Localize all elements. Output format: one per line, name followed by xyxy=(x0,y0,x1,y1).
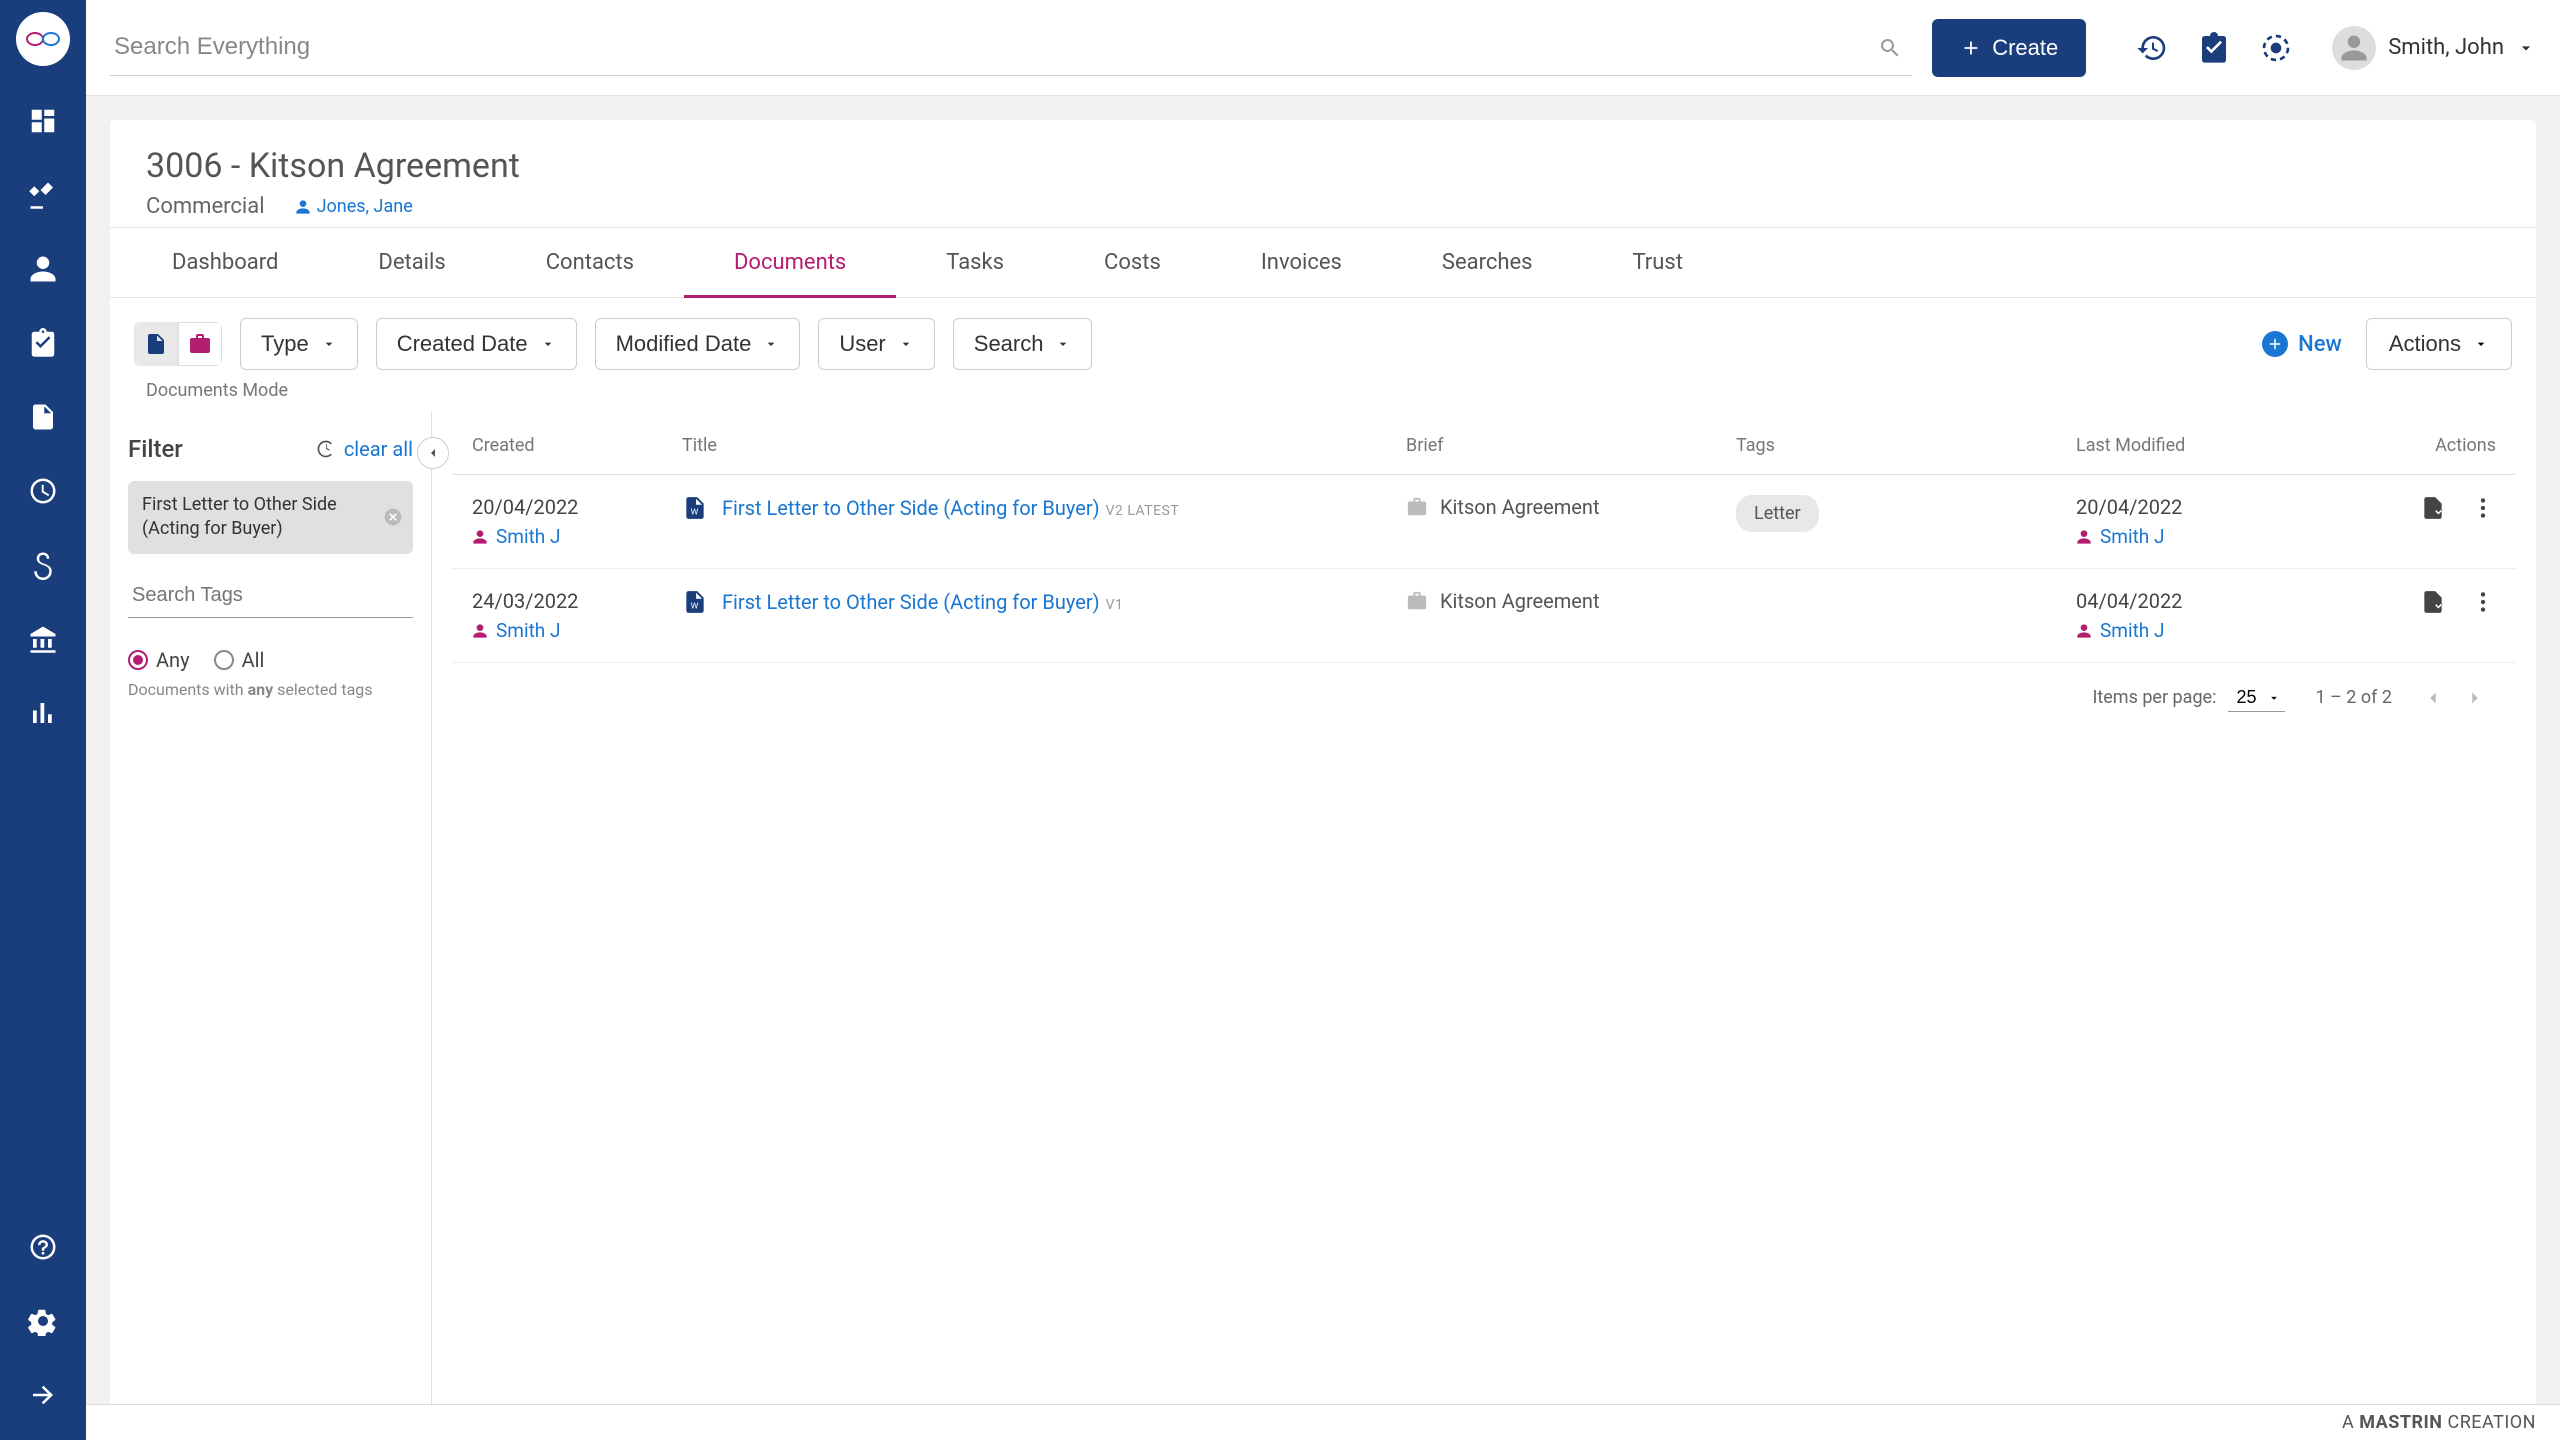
edit-doc-icon[interactable] xyxy=(2420,589,2446,615)
footer: A MASTRIN CREATION xyxy=(86,1404,2560,1440)
sync-icon[interactable] xyxy=(2260,32,2292,64)
matter-title: 3006 - Kitson Agreement xyxy=(146,146,2500,186)
search-icon[interactable] xyxy=(1878,36,1902,60)
svg-text:W: W xyxy=(691,602,699,612)
tab-details[interactable]: Details xyxy=(328,228,495,297)
history-icon[interactable] xyxy=(2136,32,2168,64)
avatar xyxy=(2332,26,2376,70)
top-bar: Create Smith, John xyxy=(86,0,2560,96)
filter-user[interactable]: User xyxy=(818,318,934,370)
bank-icon[interactable] xyxy=(28,624,58,654)
filter-created-date[interactable]: Created Date xyxy=(376,318,577,370)
edit-doc-icon[interactable] xyxy=(2420,495,2446,521)
arrow-right-icon[interactable] xyxy=(28,1380,58,1410)
briefcase-icon xyxy=(1406,496,1428,518)
tab-contacts[interactable]: Contacts xyxy=(496,228,684,297)
gear-icon[interactable] xyxy=(28,1306,58,1336)
collapse-filter-button[interactable] xyxy=(417,437,449,469)
tab-tasks[interactable]: Tasks xyxy=(896,228,1054,297)
modified-user-link[interactable]: Smith J xyxy=(2076,619,2356,642)
page-next-icon[interactable] xyxy=(2464,687,2486,709)
col-actions: Actions xyxy=(2356,435,2496,456)
create-button[interactable]: Create xyxy=(1932,19,2086,77)
doc-title-link[interactable]: First Letter to Other Side (Acting for B… xyxy=(722,590,1123,614)
svg-text:W: W xyxy=(691,508,699,518)
more-vert-icon[interactable] xyxy=(2470,589,2496,615)
dashboard-icon[interactable] xyxy=(28,106,58,136)
radio-all[interactable]: All xyxy=(214,648,265,672)
modified-user-link[interactable]: Smith J xyxy=(2076,525,2356,548)
table-header: Created Title Brief Tags Last Modified A… xyxy=(452,411,2516,475)
matter-header: 3006 - Kitson Agreement Commercial Jones… xyxy=(110,120,2536,227)
paginator: Items per page: 25 1 – 2 of 2 xyxy=(452,663,2516,732)
filter-hint: Documents with any selected tags xyxy=(128,680,413,699)
tab-trust[interactable]: Trust xyxy=(1582,228,1732,297)
tab-invoices[interactable]: Invoices xyxy=(1211,228,1392,297)
dollar-icon[interactable] xyxy=(28,550,58,580)
page-range: 1 – 2 of 2 xyxy=(2315,687,2392,708)
tab-costs[interactable]: Costs xyxy=(1054,228,1211,297)
search-input[interactable] xyxy=(110,19,1912,76)
person-icon[interactable] xyxy=(28,254,58,284)
clear-all-button[interactable]: clear all xyxy=(316,437,413,461)
items-per-page-label: Items per page: xyxy=(2092,687,2216,708)
actions-button[interactable]: Actions xyxy=(2366,318,2512,370)
created-user-link[interactable]: Smith J xyxy=(472,619,682,642)
gavel-icon[interactable] xyxy=(28,180,58,210)
tabs: Dashboard Details Contacts Documents Tas… xyxy=(110,227,2536,298)
doc-word-icon: W xyxy=(682,495,708,521)
more-vert-icon[interactable] xyxy=(2470,495,2496,521)
created-user-link[interactable]: Smith J xyxy=(472,525,682,548)
app-logo[interactable] xyxy=(16,12,70,66)
col-title[interactable]: Title xyxy=(682,435,1406,456)
tag-search-input[interactable] xyxy=(128,574,413,618)
task-check-icon[interactable] xyxy=(2198,32,2230,64)
matter-category: Commercial xyxy=(146,194,265,219)
remove-chip-icon[interactable] xyxy=(383,507,403,527)
tag-pill[interactable]: Letter xyxy=(1736,495,1819,532)
doc-word-icon: W xyxy=(682,589,708,615)
help-icon[interactable] xyxy=(28,1232,58,1262)
toolbar: Type Created Date Modified Date User Sea… xyxy=(110,298,2536,376)
mode-label: Documents Mode xyxy=(110,376,2536,411)
chevron-down-icon xyxy=(2516,38,2536,58)
new-button[interactable]: New xyxy=(2262,331,2342,357)
documents-table: Created Title Brief Tags Last Modified A… xyxy=(432,411,2536,1404)
view-briefs-button[interactable] xyxy=(178,322,222,366)
chart-bar-icon[interactable] xyxy=(28,698,58,728)
user-name: Smith, John xyxy=(2388,35,2504,60)
briefcase-icon xyxy=(1406,590,1428,612)
view-documents-button[interactable] xyxy=(134,322,178,366)
table-row: 24/03/2022 Smith J W First Letter to Oth… xyxy=(452,569,2516,663)
filter-type[interactable]: Type xyxy=(240,318,358,370)
radio-any[interactable]: Any xyxy=(128,648,190,672)
filter-modified-date[interactable]: Modified Date xyxy=(595,318,801,370)
filter-chip: First Letter to Other Side (Acting for B… xyxy=(128,481,413,554)
filter-title: Filter xyxy=(128,435,183,463)
col-created[interactable]: Created xyxy=(472,435,682,456)
col-tags[interactable]: Tags xyxy=(1736,435,2076,456)
clipboard-check-icon[interactable] xyxy=(28,328,58,358)
table-row: 20/04/2022 Smith J W First Letter to Oth… xyxy=(452,475,2516,569)
page-size-select[interactable]: 25 xyxy=(2228,683,2285,712)
user-menu[interactable]: Smith, John xyxy=(2332,26,2536,70)
filter-panel: Filter clear all First Letter to Other S… xyxy=(110,411,432,1404)
filter-search[interactable]: Search xyxy=(953,318,1093,370)
tab-searches[interactable]: Searches xyxy=(1392,228,1583,297)
document-icon[interactable] xyxy=(28,402,58,432)
matter-assigned-user[interactable]: Jones, Jane xyxy=(295,196,413,217)
col-brief[interactable]: Brief xyxy=(1406,435,1736,456)
doc-title-link[interactable]: First Letter to Other Side (Acting for B… xyxy=(722,496,1179,520)
clock-icon[interactable] xyxy=(28,476,58,506)
page-prev-icon[interactable] xyxy=(2422,687,2444,709)
tab-dashboard[interactable]: Dashboard xyxy=(122,228,328,297)
col-modified[interactable]: Last Modified xyxy=(2076,435,2356,456)
side-nav xyxy=(0,0,86,1440)
create-label: Create xyxy=(1992,35,2058,61)
tab-documents[interactable]: Documents xyxy=(684,228,896,297)
